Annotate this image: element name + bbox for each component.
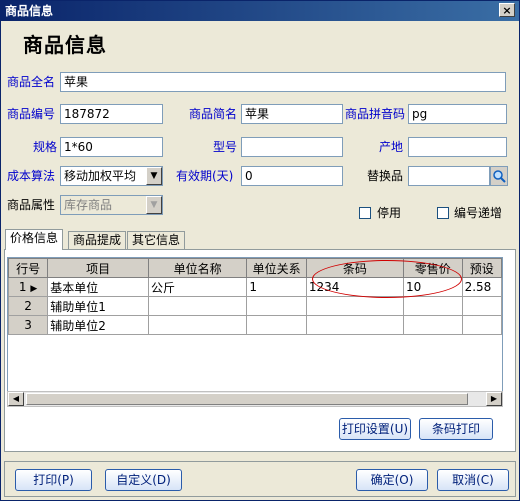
- row-number: 1 ▶: [8, 277, 49, 297]
- chevron-down-icon: ▼: [146, 196, 162, 214]
- scroll-right-icon[interactable]: ▶: [486, 392, 502, 406]
- spec-input[interactable]: 1*60: [60, 137, 163, 157]
- unit-cell[interactable]: [147, 315, 248, 335]
- product-info-dialog: 商品信息 × 商品信息 商品全名 苹果 商品编号 187872 商品简名 苹果 …: [0, 0, 520, 501]
- row-number: 2: [8, 296, 49, 316]
- close-icon[interactable]: ×: [499, 3, 515, 17]
- validity-label: 有效期(天): [176, 169, 234, 183]
- pinyin-label: 商品拼音码: [345, 107, 406, 121]
- tab-commission[interactable]: 商品提成: [68, 231, 127, 249]
- relation-cell[interactable]: [246, 296, 307, 316]
- disabled-checkbox[interactable]: [359, 207, 371, 219]
- short-name-label: 商品简名: [189, 107, 238, 121]
- cancel-button[interactable]: 取消(C): [437, 469, 509, 491]
- origin-label: 产地: [379, 140, 404, 154]
- substitute-label: 替换品: [367, 169, 404, 183]
- spec-label: 规格: [33, 140, 58, 154]
- pinyin-input[interactable]: pg: [408, 104, 507, 124]
- code-input[interactable]: 187872: [60, 104, 163, 124]
- print-settings-button[interactable]: 打印设置(U): [339, 418, 411, 440]
- barcode-cell[interactable]: [305, 315, 404, 335]
- barcode-cell[interactable]: [305, 296, 404, 316]
- scrollbar-thumb[interactable]: [26, 393, 468, 405]
- column-header[interactable]: 预设: [461, 258, 502, 278]
- retail-price-cell[interactable]: [402, 296, 463, 316]
- ok-button[interactable]: 确定(O): [356, 469, 428, 491]
- origin-input[interactable]: [408, 137, 507, 157]
- cost-method-label: 成本算法: [7, 169, 56, 183]
- title-bar: 商品信息 ×: [1, 1, 519, 21]
- column-header[interactable]: 项目: [47, 258, 149, 278]
- row-number-text: 1: [18, 280, 27, 294]
- unit-cell[interactable]: [147, 296, 248, 316]
- print-button[interactable]: 打印(P): [15, 469, 92, 491]
- customize-button[interactable]: 自定义(D): [105, 469, 182, 491]
- auto-increment-label: 编号递增: [454, 206, 503, 220]
- column-header[interactable]: 行号: [8, 258, 49, 278]
- item-cell[interactable]: 辅助单位2: [47, 315, 149, 335]
- model-label: 型号: [213, 140, 238, 154]
- short-name-input[interactable]: 苹果: [241, 104, 343, 124]
- row-number: 3: [8, 315, 49, 335]
- scroll-left-icon[interactable]: ◀: [8, 392, 24, 406]
- retail-price-cell[interactable]: [402, 315, 463, 335]
- model-input[interactable]: [241, 137, 343, 157]
- page-title: 商品信息: [23, 33, 107, 57]
- auto-increment-checkbox[interactable]: [437, 207, 449, 219]
- validity-input[interactable]: 0: [241, 166, 343, 186]
- window-title: 商品信息: [5, 4, 54, 18]
- preset-cell[interactable]: [461, 315, 502, 335]
- relation-cell[interactable]: 1: [246, 277, 307, 297]
- full-name-input[interactable]: 苹果: [60, 72, 506, 92]
- item-cell[interactable]: 辅助单位1: [47, 296, 149, 316]
- substitute-input[interactable]: [408, 166, 490, 186]
- relation-cell[interactable]: [246, 315, 307, 335]
- column-header[interactable]: 单位名称: [147, 258, 248, 278]
- attribute-label: 商品属性: [7, 198, 56, 212]
- preset-cell[interactable]: 2.58: [461, 277, 502, 297]
- current-row-marker-icon: ▶: [30, 284, 38, 294]
- code-label: 商品编号: [7, 107, 56, 121]
- search-icon[interactable]: [490, 166, 508, 186]
- table-row[interactable]: 2 辅助单位1: [8, 296, 502, 316]
- highlight-annotation: [312, 260, 462, 298]
- disabled-label: 停用: [377, 206, 402, 220]
- barcode-print-button[interactable]: 条码打印: [419, 418, 493, 440]
- horizontal-scrollbar[interactable]: ◀ ▶: [7, 391, 503, 407]
- tab-price-info[interactable]: 价格信息: [5, 229, 64, 250]
- unit-cell[interactable]: 公斤: [147, 277, 248, 297]
- preset-cell[interactable]: [461, 296, 502, 316]
- item-cell[interactable]: 基本单位: [47, 277, 149, 297]
- column-header[interactable]: 单位关系: [246, 258, 307, 278]
- full-name-label: 商品全名: [7, 75, 56, 89]
- table-row[interactable]: 3 辅助单位2: [8, 315, 502, 335]
- chevron-down-icon[interactable]: ▼: [146, 167, 162, 185]
- tab-other-info[interactable]: 其它信息: [127, 231, 186, 249]
